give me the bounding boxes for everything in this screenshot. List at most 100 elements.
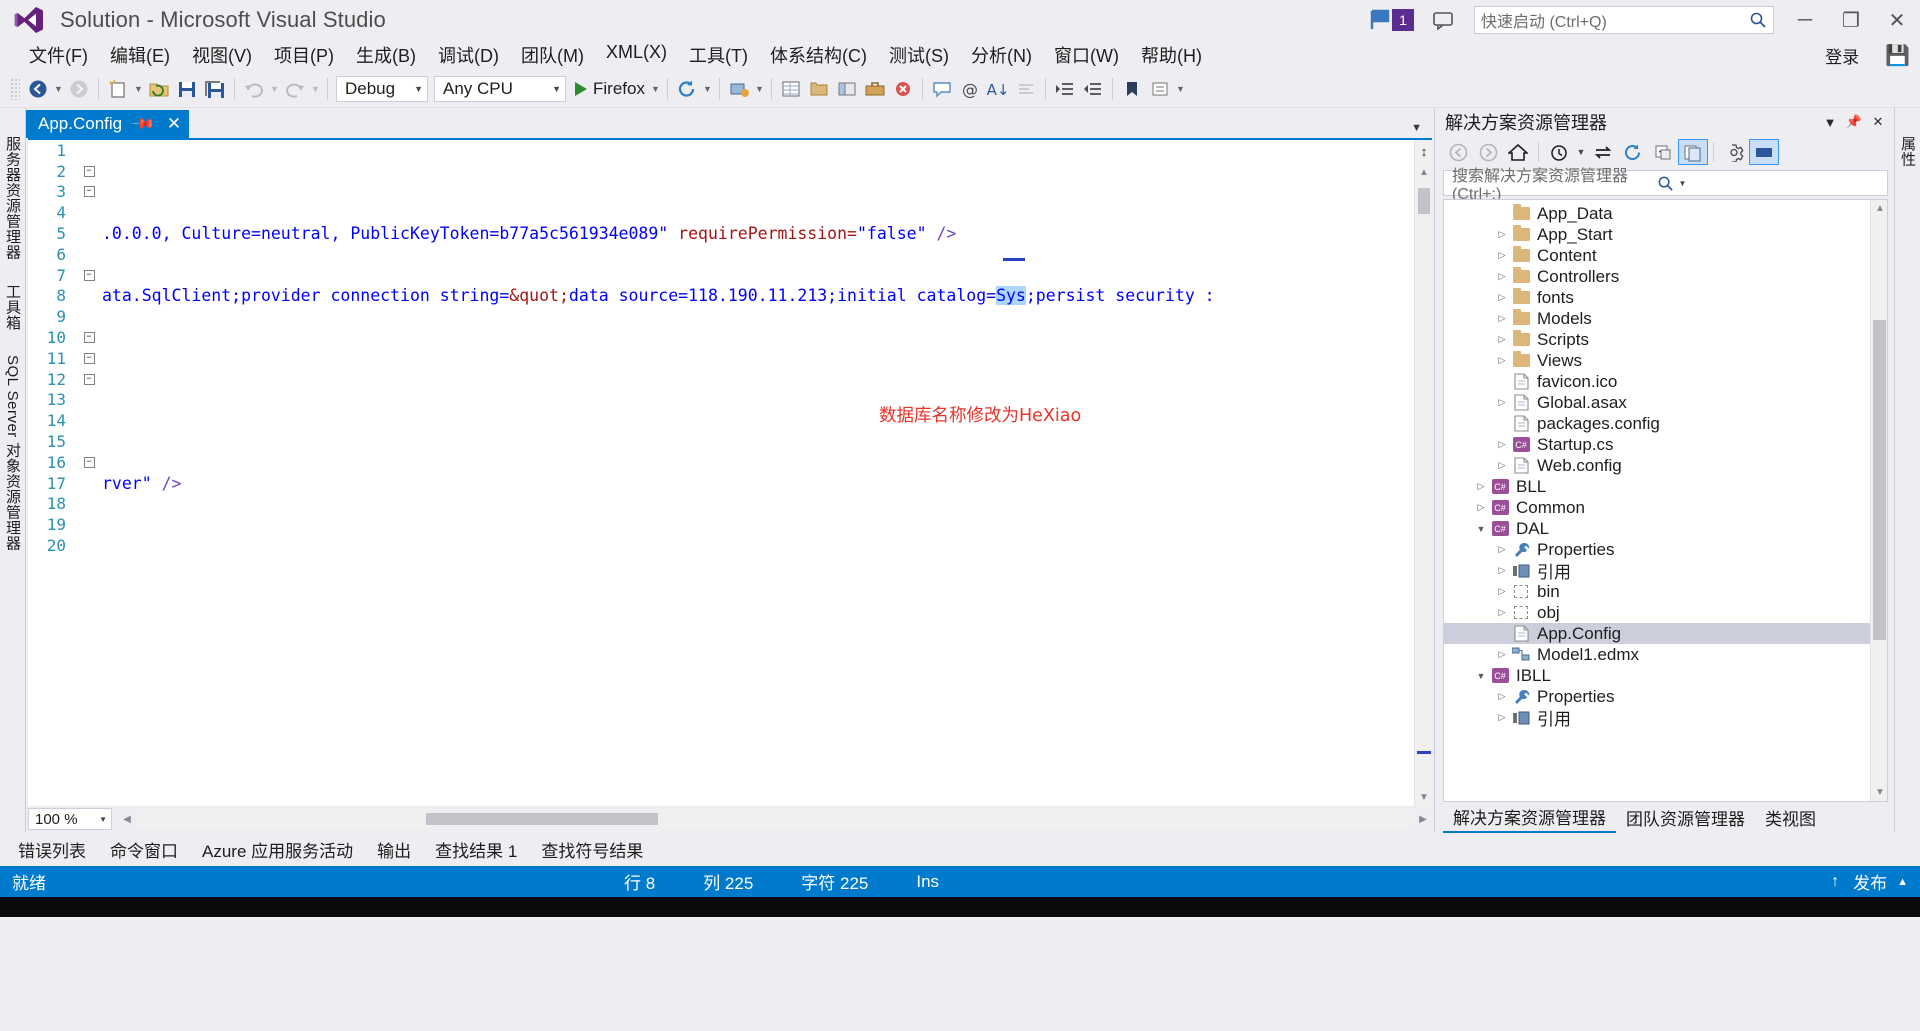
menu-item-2[interactable]: 视图(V) (181, 40, 263, 70)
menu-item-7[interactable]: XML(X) (595, 40, 678, 70)
tool-window-tab-4[interactable]: 查找结果 1 (423, 837, 529, 862)
sign-in-link[interactable]: 登录 (1825, 43, 1885, 68)
tree-item[interactable]: ▷ 引用 (1444, 707, 1870, 729)
fold-gutter[interactable]: − (76, 186, 102, 198)
open-file-icon[interactable] (145, 75, 173, 103)
tree-item[interactable]: ▷ 引用 (1444, 560, 1870, 582)
at-sign-icon[interactable]: @ (956, 75, 984, 103)
editor-vertical-scrollbar[interactable]: ↕ ▲ ▼ (1414, 140, 1432, 806)
scroll-down-arrow-icon[interactable]: ▼ (1871, 784, 1887, 801)
code-line[interactable]: 14 (28, 410, 1414, 431)
new-project-caret[interactable]: ▼ (132, 75, 145, 103)
collapse-minus-icon[interactable]: − (83, 269, 95, 281)
collapse-minus-icon[interactable]: − (83, 352, 95, 364)
solution-panel-tab-2[interactable]: 类视图 (1755, 803, 1826, 832)
menu-item-12[interactable]: 窗口(W) (1043, 40, 1130, 70)
attach-caret[interactable]: ▼ (753, 75, 766, 103)
code-line[interactable]: 9 (28, 306, 1414, 327)
code-text-area[interactable]: 1 2−3−4 5.0.0.0, Culture=neutral, PublicKe… (28, 140, 1414, 806)
chevron-right-icon[interactable]: ▷ (1494, 455, 1510, 476)
tree-item[interactable]: ▼ C# IBLL (1444, 665, 1870, 686)
solution-explorer-icon[interactable] (805, 75, 833, 103)
feedback-icon[interactable] (1420, 0, 1466, 40)
left-rail-tab-0[interactable]: 服务器资源管理器 (0, 124, 27, 272)
tree-item[interactable]: ▷ App_Start (1444, 224, 1870, 245)
editor-scroll-thumb[interactable] (1418, 188, 1430, 214)
undo-icon[interactable] (240, 75, 268, 103)
tree-item[interactable]: ▷ Views (1444, 350, 1870, 371)
scroll-up-arrow-icon[interactable]: ▲ (1415, 164, 1433, 181)
chevron-right-icon[interactable]: ▷ (1494, 287, 1510, 308)
tree-item[interactable]: ▷ Global.asax (1444, 392, 1870, 413)
bookmark-icon[interactable] (1118, 75, 1146, 103)
chevron-right-icon[interactable]: ▷ (1494, 707, 1510, 728)
chevron-right-icon[interactable]: ▷ (1494, 308, 1510, 329)
toolbar-grip[interactable] (10, 77, 20, 100)
refresh-icon[interactable] (673, 75, 701, 103)
chevron-down-icon[interactable]: ▼ (1679, 179, 1884, 188)
tree-item[interactable]: ▷ Scripts (1444, 329, 1870, 350)
tree-item[interactable]: App.Config (1444, 623, 1870, 644)
redo-caret[interactable]: ▼ (309, 75, 322, 103)
code-line[interactable]: 15 (28, 431, 1414, 452)
pin-icon[interactable]: 📌 (130, 111, 156, 137)
chevron-down-icon[interactable]: ▼ (1473, 665, 1489, 686)
code-line[interactable]: 16 − (28, 452, 1414, 473)
tree-item[interactable]: ▷ Web.config (1444, 455, 1870, 476)
pin-icon[interactable]: 📌 (1844, 111, 1864, 133)
save-all-icon[interactable] (201, 75, 229, 103)
properties-window-icon[interactable] (777, 75, 805, 103)
scroll-down-arrow-icon[interactable]: ▼ (1415, 789, 1433, 806)
code-line[interactable]: 4 (28, 202, 1414, 223)
tool-window-tab-3[interactable]: 输出 (365, 837, 423, 862)
tool-window-tab-2[interactable]: Azure 应用服务活动 (190, 837, 365, 862)
fold-gutter[interactable]: − (76, 373, 102, 385)
navigate-backward-caret[interactable]: ▼ (52, 75, 65, 103)
scroll-up-arrow-icon[interactable]: ▲ (1871, 200, 1887, 217)
menu-item-5[interactable]: 调试(D) (427, 40, 510, 70)
chevron-down-icon[interactable]: ▼ (1473, 518, 1489, 539)
code-line[interactable]: 11 − (28, 348, 1414, 369)
menu-item-3[interactable]: 项目(P) (263, 40, 345, 70)
fold-gutter[interactable]: − (76, 332, 102, 344)
properties-icon[interactable] (1719, 139, 1749, 165)
chevron-right-icon[interactable]: ▷ (1494, 560, 1510, 581)
code-line[interactable]: 5 .0.0.0, Culture=neutral, PublicKeyToken… (28, 223, 1414, 244)
code-line[interactable]: 2− (28, 161, 1414, 182)
menu-item-9[interactable]: 体系结构(C) (759, 40, 878, 70)
collapse-minus-icon[interactable]: − (83, 165, 95, 177)
editor-horizontal-scrollbar[interactable] (136, 809, 1414, 829)
tool-window-tab-1[interactable]: 命令窗口 (98, 837, 190, 862)
chevron-right-icon[interactable]: ▷ (1494, 245, 1510, 266)
code-line[interactable]: 8 ata.SqlClient;provider connection strin… (28, 286, 1414, 307)
toolbox-icon[interactable] (861, 75, 889, 103)
solution-explorer-scrollbar[interactable]: ▲ ▼ (1870, 200, 1887, 801)
code-line[interactable]: 19 (28, 514, 1414, 535)
code-line[interactable]: 7− (28, 265, 1414, 286)
comment-icon[interactable] (928, 75, 956, 103)
tree-item[interactable]: App_Data (1444, 203, 1870, 224)
menu-item-4[interactable]: 生成(B) (345, 40, 427, 70)
attach-process-icon[interactable] (725, 75, 753, 103)
code-line[interactable]: 17 rver" /> (28, 473, 1414, 494)
zoom-level-dropdown[interactable]: 100 % ▼ (28, 808, 112, 830)
xml-schema-icon[interactable] (1146, 75, 1174, 103)
code-line[interactable]: 13 (28, 390, 1414, 411)
menu-item-0[interactable]: 文件(F) (18, 40, 99, 70)
tool-window-tab-5[interactable]: 查找符号结果 (529, 837, 655, 862)
preview-selected-items-icon[interactable] (1749, 139, 1779, 165)
menu-item-8[interactable]: 工具(T) (678, 40, 759, 70)
code-line[interactable]: 20 (28, 535, 1414, 556)
tree-item[interactable]: ▼ C# DAL (1444, 518, 1870, 539)
indent-increase-icon[interactable] (1051, 75, 1079, 103)
chevron-right-icon[interactable]: ▷ (1494, 644, 1510, 665)
menu-item-13[interactable]: 帮助(H) (1130, 40, 1213, 70)
undo-caret[interactable]: ▼ (268, 75, 281, 103)
status-publish-label[interactable]: 发布 (1853, 869, 1897, 894)
tree-item[interactable]: ▷ Content (1444, 245, 1870, 266)
fold-gutter[interactable]: − (76, 456, 102, 468)
chevron-right-icon[interactable]: ▷ (1473, 476, 1489, 497)
redo-icon[interactable] (281, 75, 309, 103)
chevron-right-icon[interactable]: ▷ (1494, 602, 1510, 623)
fold-gutter[interactable]: − (76, 352, 102, 364)
